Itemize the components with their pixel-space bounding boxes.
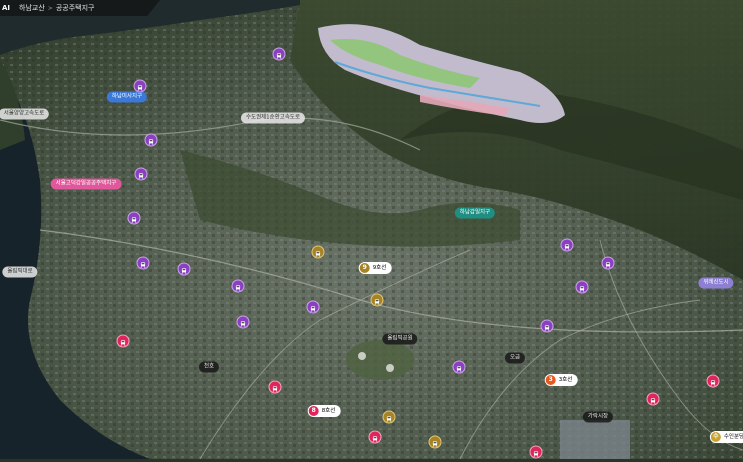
line-8-number: 8 (308, 406, 319, 416)
train-icon (710, 372, 717, 391)
station-marker-purple[interactable] (601, 254, 615, 273)
train-icon (374, 291, 381, 310)
station-marker-purple[interactable] (575, 278, 589, 297)
station-marker-pink[interactable] (368, 428, 382, 447)
line-suin-label: 수인분당선 (723, 434, 743, 440)
station-marker-purple[interactable] (452, 358, 466, 377)
train-icon (138, 165, 145, 184)
train-icon (310, 298, 317, 317)
train-icon (386, 408, 393, 427)
breadcrumb-item-region[interactable]: 하남교산 (16, 3, 48, 13)
train-icon (432, 433, 439, 452)
label-wirye-newtown[interactable]: 위례신도시 (698, 277, 734, 289)
train-icon (456, 358, 463, 377)
train-icon (372, 428, 379, 447)
station-marker-pink[interactable] (646, 390, 660, 409)
train-icon (315, 243, 322, 262)
train-icon (181, 260, 188, 279)
train-icon (544, 317, 551, 336)
station-marker-pink[interactable] (706, 372, 720, 391)
line-suin-number: 수 (710, 432, 721, 442)
train-icon (120, 332, 127, 351)
train-icon (605, 254, 612, 273)
train-icon (137, 77, 144, 96)
station-marker-purple[interactable] (236, 313, 250, 332)
station-marker-pink[interactable] (116, 332, 130, 351)
station-marker-gold[interactable] (311, 243, 325, 262)
station-marker-gold[interactable] (382, 408, 396, 427)
line-badge-3[interactable]: 3 3호선 (544, 374, 578, 386)
station-marker-purple[interactable] (560, 236, 574, 255)
station-marker-purple[interactable] (540, 317, 554, 336)
train-icon (235, 277, 242, 296)
station-marker-pink[interactable] (268, 378, 282, 397)
train-icon (240, 313, 247, 332)
app-logo: AI (2, 4, 11, 12)
label-seoul-yangyang-expressway[interactable]: 서울양양고속도로 (0, 108, 50, 120)
train-icon (272, 378, 279, 397)
label-sudogwon-ring-expressway[interactable]: 수도권제1순환고속도로 (240, 112, 306, 124)
label-cheonho[interactable]: 천호 (198, 361, 220, 373)
label-olympic-park[interactable]: 올림픽공원 (382, 333, 418, 345)
train-icon (650, 390, 657, 409)
line-3-label: 3호선 (558, 377, 573, 383)
label-hanam-gamil[interactable]: 하남감일지구 (454, 207, 496, 219)
station-marker-purple[interactable] (144, 131, 158, 150)
line-8-label: 8호선 (321, 408, 336, 414)
label-ogeum[interactable]: 오금 (504, 352, 526, 364)
line-9-number: 9 (359, 263, 370, 273)
label-seoul-godeok-district[interactable]: 서울고덕강일공공주택지구 (50, 178, 122, 190)
station-marker-gold[interactable] (370, 291, 384, 310)
train-icon (148, 131, 155, 150)
line-badge-suin-bundang[interactable]: 수 수인분당선 (709, 431, 743, 443)
line-3-number: 3 (545, 375, 556, 385)
breadcrumb-item-district[interactable]: 공공주택지구 (53, 3, 98, 13)
train-icon (579, 278, 586, 297)
station-marker-purple[interactable] (127, 209, 141, 228)
label-garak-market[interactable]: 가락시장 (582, 411, 614, 423)
station-marker-purple[interactable] (306, 298, 320, 317)
station-marker-gold[interactable] (428, 433, 442, 452)
train-icon (131, 209, 138, 228)
breadcrumb-bar: AI 하남교산 > 공공주택지구 (0, 0, 160, 16)
train-icon (564, 236, 571, 255)
station-marker-purple[interactable] (136, 254, 150, 273)
line-9-label: 9호선 (372, 265, 387, 271)
train-icon (140, 254, 147, 273)
line-badge-9[interactable]: 9 9호선 (358, 262, 392, 274)
line-badge-8[interactable]: 8 8호선 (307, 405, 341, 417)
label-olympic-expressway[interactable]: 올림픽대로 (2, 266, 38, 278)
station-marker-purple[interactable] (177, 260, 191, 279)
station-marker-purple[interactable] (134, 165, 148, 184)
train-icon (276, 45, 283, 64)
satellite-map[interactable] (0, 0, 743, 459)
station-marker-purple[interactable] (272, 45, 286, 64)
station-marker-purple[interactable] (231, 277, 245, 296)
station-marker-purple[interactable] (133, 77, 147, 96)
station-marker-pink[interactable] (529, 445, 543, 459)
